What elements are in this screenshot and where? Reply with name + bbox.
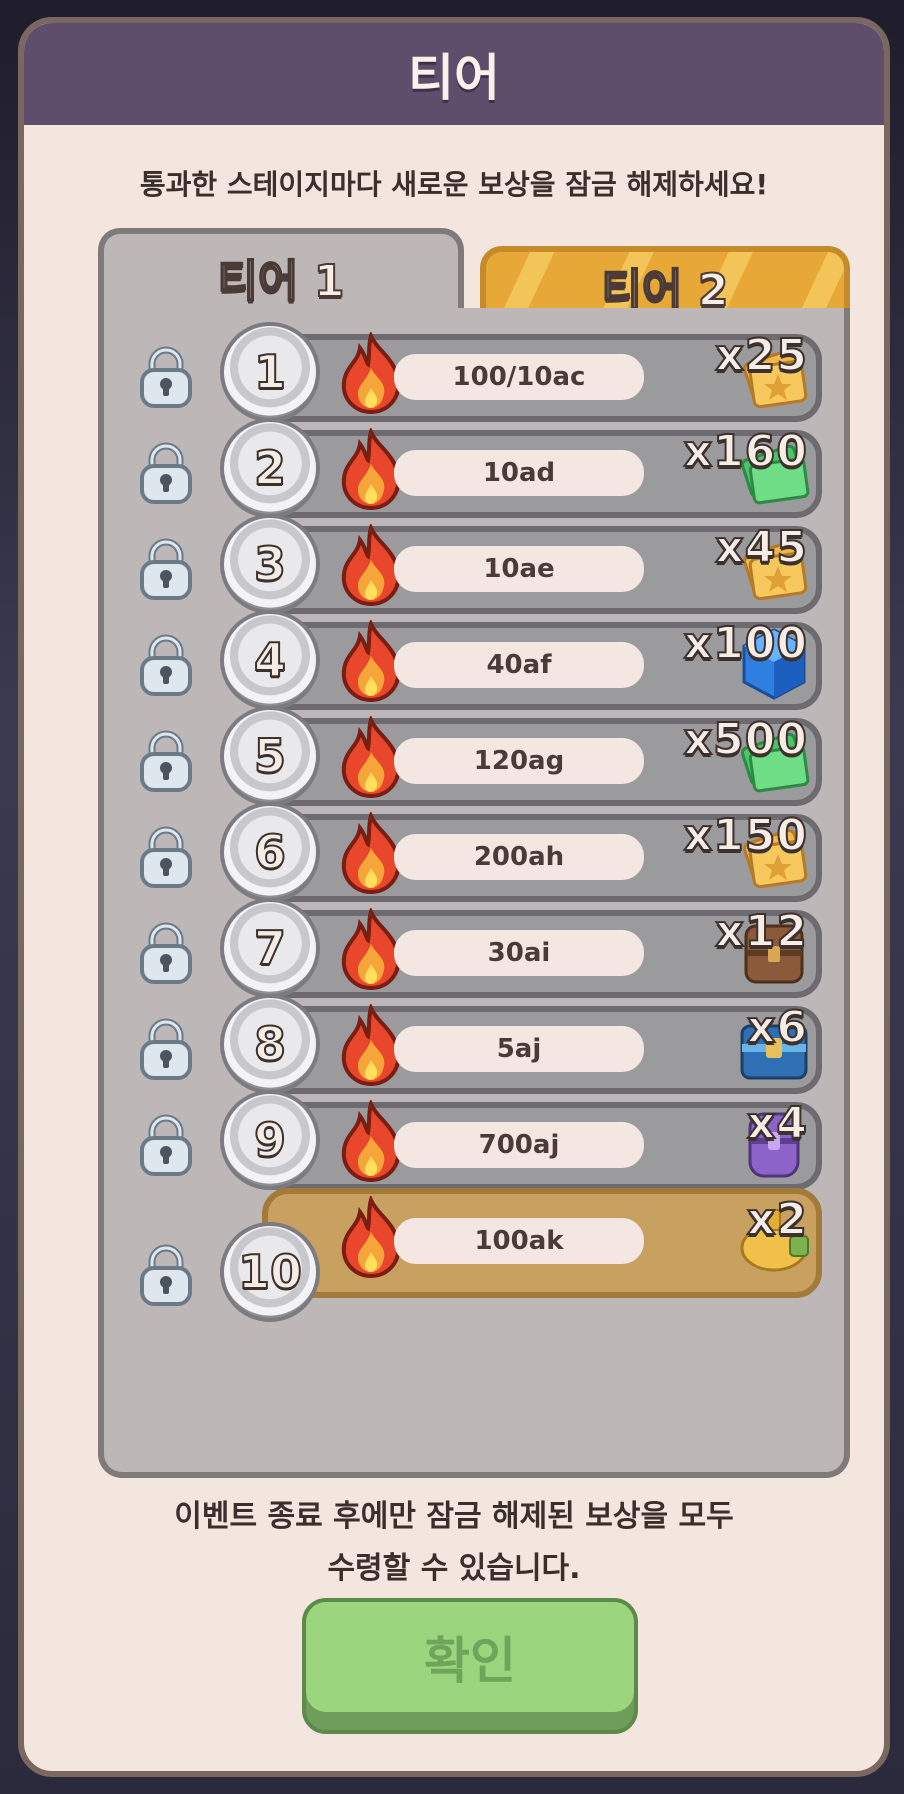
reward-quantity: x160 [683, 425, 808, 478]
reward-quantity: x45 [714, 521, 808, 574]
tier-level-medal: 5 [220, 706, 320, 806]
reward-quantity: x4 [746, 1097, 808, 1150]
tier-row: 4 40af x100 [104, 610, 844, 710]
lock-icon [138, 536, 194, 602]
lock-icon [138, 632, 194, 698]
tier-level-medal: 9 [220, 1090, 320, 1190]
tab-tier-1[interactable]: 티어 1 [98, 228, 464, 320]
tier-level-medal: 10 [220, 1222, 320, 1322]
lock-icon [138, 824, 194, 890]
reward-quantity: x100 [683, 617, 808, 670]
reward-quantity: x12 [714, 905, 808, 958]
tier-list: 1 100/10ac x25 2 10ad x160 3 10ae x45 4 40af x100 5 1… [104, 308, 844, 1440]
tier-level-medal: 1 [220, 322, 320, 422]
tier-row: 6 200ah x150 [104, 802, 844, 902]
tier-requirement: 5aj [394, 1026, 644, 1072]
tier-requirement: 30ai [394, 930, 644, 976]
modal-header: 티어 [24, 23, 884, 125]
reward-quantity: x6 [746, 1001, 808, 1054]
tier-level-medal: 3 [220, 514, 320, 614]
lock-icon [138, 440, 194, 506]
footer-note-line-1: 이벤트 종료 후에만 잠금 해제된 보상을 모두 [174, 1499, 734, 1534]
lock-icon [138, 344, 194, 410]
tier-requirement: 700aj [394, 1122, 644, 1168]
reward-quantity: x25 [714, 329, 808, 382]
tier-requirement: 10ad [394, 450, 644, 496]
tier-row: 3 10ae x45 [104, 514, 844, 614]
tier-level-medal: 8 [220, 994, 320, 1094]
tier-modal: 티어 통과한 스테이지마다 새로운 보상을 잠금 해제하세요! 티어 1 티어 … [18, 17, 890, 1777]
lock-icon [138, 1242, 194, 1308]
tier-requirement: 200ah [394, 834, 644, 880]
tier-requirement: 100ak [394, 1218, 644, 1264]
modal-subtitle: 통과한 스테이지마다 새로운 보상을 잠금 해제하세요! [139, 168, 769, 201]
reward-quantity: x500 [683, 713, 808, 766]
confirm-button[interactable]: 확인 [302, 1598, 638, 1734]
lock-icon [138, 1016, 194, 1082]
tier-row: 2 10ad x160 [104, 418, 844, 518]
tier-row: 8 5aj x6 [104, 994, 844, 1094]
reward-quantity: x150 [683, 809, 808, 862]
tier-list-panel[interactable]: 1 100/10ac x25 2 10ad x160 3 10ae x45 4 40af x100 5 1… [98, 308, 850, 1478]
footer-note-line-2: 수령할 수 있습니다. [327, 1551, 581, 1586]
tier-row: 7 30ai x12 [104, 898, 844, 998]
reward-quantity: x2 [746, 1193, 808, 1246]
lock-icon [138, 920, 194, 986]
tier-row: 5 120ag x500 [104, 706, 844, 806]
tier-level-medal: 2 [220, 418, 320, 518]
tier-row: 9 700aj x4 [104, 1090, 844, 1190]
footer-note: 이벤트 종료 후에만 잠금 해제된 보상을 모두 수령할 수 있습니다. [24, 1491, 884, 1595]
tier-row: 10 100ak x2 [104, 1186, 844, 1322]
tier-tabs: 티어 1 티어 2 [98, 228, 850, 320]
tier-level-medal: 7 [220, 898, 320, 998]
confirm-button-label: 확인 [306, 1602, 634, 1712]
tier-level-medal: 6 [220, 802, 320, 902]
tier-requirement: 100/10ac [394, 354, 644, 400]
tier-level-medal: 4 [220, 610, 320, 710]
lock-icon [138, 1112, 194, 1178]
tier-row: 1 100/10ac x25 [104, 322, 844, 422]
tier-requirement: 120ag [394, 738, 644, 784]
lock-icon [138, 728, 194, 794]
tier-requirement: 40af [394, 642, 644, 688]
modal-title: 티어 [408, 49, 500, 107]
tier-requirement: 10ae [394, 546, 644, 592]
